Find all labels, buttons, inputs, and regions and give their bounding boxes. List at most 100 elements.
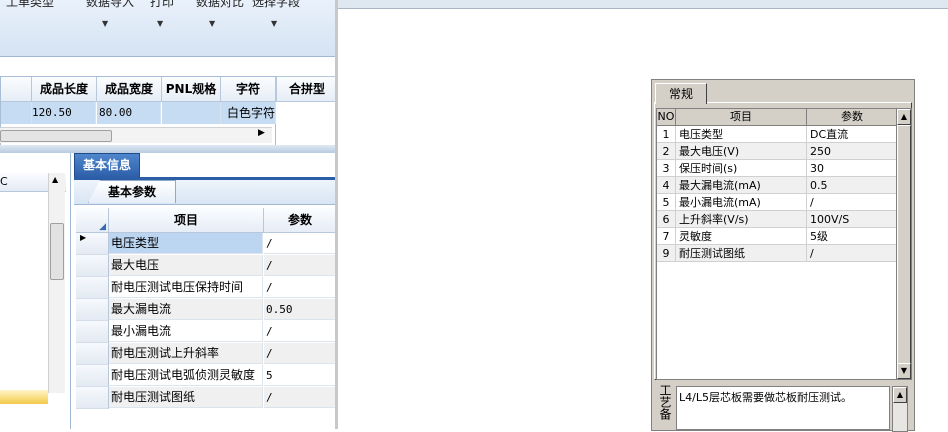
row-selector[interactable] <box>76 365 109 387</box>
param-item[interactable]: 耐电压测试图纸 <box>109 387 263 408</box>
left-list-panel: C ▲ <box>0 153 71 429</box>
row-selector[interactable] <box>1 102 32 124</box>
dialog-row-no[interactable]: 6 <box>657 211 676 228</box>
params-grid: ◢ 项目 参数 ▶ 电压类型 / 最大电压 / 耐电压测试电压保持时间 / 最大漏电流 0.50… <box>76 208 336 429</box>
column-header-value[interactable]: 参数 <box>807 109 897 126</box>
column-header-item[interactable]: 项目 <box>109 208 264 233</box>
column-header-value[interactable]: 参数 <box>264 208 336 233</box>
column-header-length[interactable]: 成品长度 <box>32 77 97 102</box>
param-value[interactable]: 5 <box>264 365 336 386</box>
toolbar-item-fields[interactable]: 选择字段 <box>252 0 300 10</box>
dialog-row-no[interactable]: 7 <box>657 228 676 245</box>
corner-triangle-icon: ◢ <box>99 222 106 232</box>
column-header-char[interactable]: 字符 <box>221 77 276 102</box>
dialog-row-item[interactable]: 灵敏度 <box>676 228 807 245</box>
dialog-grid: NO 项目 参数 1 电压类型 DC直流 2 最大电压(V) 250 3 保压时间(s) 30 4… <box>656 108 898 380</box>
scroll-down-icon[interactable]: ▼ <box>897 363 911 379</box>
current-row-icon: ▶ <box>80 233 87 242</box>
column-header-item[interactable]: 项目 <box>676 109 807 126</box>
param-item[interactable]: 电压类型 <box>109 233 263 254</box>
row-selector[interactable] <box>76 255 109 277</box>
dialog-row-item[interactable]: 最小漏电流(mA) <box>676 194 807 211</box>
param-item[interactable]: 耐电压测试电压保持时间 <box>109 277 263 298</box>
table-cell[interactable]: 120.50 <box>32 102 96 124</box>
dropdown-arrow-icon[interactable]: ▼ <box>209 19 215 28</box>
dialog-row-no[interactable]: 1 <box>657 126 676 143</box>
top-strip <box>338 0 948 9</box>
horizontal-scrollbar[interactable]: ▶ <box>0 127 272 143</box>
dialog-row-value[interactable]: 0.5 <box>807 177 897 194</box>
param-value[interactable]: / <box>264 321 336 342</box>
column-header-no[interactable]: NO <box>657 109 676 126</box>
param-item[interactable]: 耐电压测试电弧侦测灵敏度 <box>109 365 263 386</box>
table-cell[interactable]: 80.00 <box>97 102 161 124</box>
dialog-row-item[interactable]: 最大漏电流(mA) <box>676 177 807 194</box>
toolbar-item-print[interactable]: 打印 <box>150 0 174 10</box>
row-selector[interactable] <box>76 343 109 365</box>
param-item[interactable]: 最大电压 <box>109 255 263 276</box>
row-selector[interactable] <box>76 321 109 343</box>
param-value[interactable]: / <box>264 255 336 276</box>
dialog-row-no[interactable]: 9 <box>657 245 676 262</box>
dialog-row-value[interactable]: / <box>807 194 897 211</box>
table-cell[interactable] <box>162 102 221 124</box>
dropdown-arrow-icon[interactable]: ▼ <box>271 19 277 28</box>
dialog-row-item[interactable]: 耐压测试图纸 <box>676 245 807 262</box>
toolbar-item-import[interactable]: 数据导入 <box>86 0 134 10</box>
tab-basic-params[interactable]: 基本参数 <box>88 180 176 203</box>
vertical-scrollbar[interactable]: ▲ <box>48 173 65 393</box>
row-selector[interactable] <box>76 277 109 299</box>
dialog-row-no[interactable]: 4 <box>657 177 676 194</box>
dialog-row-value[interactable]: / <box>807 245 897 262</box>
param-value[interactable]: / <box>264 277 336 298</box>
dialog-row-item[interactable]: 上升斜率(V/s) <box>676 211 807 228</box>
dropdown-arrow-icon[interactable]: ▼ <box>102 19 108 28</box>
table-cell[interactable]: 白色字符 <box>221 102 276 124</box>
dialog-row-value[interactable]: 250 <box>807 143 897 160</box>
param-item[interactable]: 耐电压测试上升斜率 <box>109 343 263 364</box>
scrollbar-thumb[interactable] <box>50 223 64 280</box>
scrollbar-thumb[interactable] <box>897 125 911 367</box>
dialog-row-value[interactable]: DC直流 <box>807 126 897 143</box>
highlight-bar <box>0 390 48 404</box>
scroll-up-icon[interactable]: ▲ <box>897 109 911 125</box>
dialog-row-item[interactable]: 电压类型 <box>676 126 807 143</box>
row-selector[interactable] <box>76 387 109 409</box>
dialog-row-value[interactable]: 5级 <box>807 228 897 245</box>
row-selector[interactable]: ▶ <box>76 233 109 255</box>
dialog-row-value[interactable]: 30 <box>807 160 897 177</box>
memo-scrollbar[interactable]: ▲ <box>892 386 908 432</box>
param-value[interactable]: / <box>264 233 336 254</box>
memo-label: 工艺备 <box>658 384 672 420</box>
param-value[interactable]: 0.50 <box>264 299 336 320</box>
dialog-row-item[interactable]: 最大电压(V) <box>676 143 807 160</box>
scroll-up-icon[interactable]: ▲ <box>893 387 907 403</box>
dialog-row-value[interactable]: 100V/S <box>807 211 897 228</box>
toolbar-item-order-type[interactable]: 工单类型 <box>6 0 54 10</box>
scroll-up-icon[interactable]: ▲ <box>52 175 58 184</box>
dialog-row-no[interactable]: 2 <box>657 143 676 160</box>
scrollbar-thumb[interactable] <box>0 130 112 142</box>
column-header-width[interactable]: 成品宽度 <box>97 77 162 102</box>
param-item[interactable]: 最小漏电流 <box>109 321 263 342</box>
column-header-pnl[interactable]: PNL规格 <box>162 77 221 102</box>
toolbar-item-compare[interactable]: 数据对比 <box>196 0 244 10</box>
dialog-row-no[interactable]: 3 <box>657 160 676 177</box>
row-selector[interactable] <box>76 299 109 321</box>
dropdown-arrow-icon[interactable]: ▼ <box>157 19 163 28</box>
tab-basic-info[interactable]: 基本信息 <box>74 153 140 179</box>
param-value[interactable]: / <box>264 387 336 408</box>
grid-corner[interactable]: ◢ <box>76 208 109 233</box>
memo-textarea[interactable]: L4/L5层芯板需要做芯板耐压测试。 <box>676 386 890 430</box>
dialog-row-item[interactable]: 保压时间(s) <box>676 160 807 177</box>
dialog-row-no[interactable]: 5 <box>657 194 676 211</box>
param-value[interactable]: / <box>264 343 336 364</box>
main-window: 工单类型 数据导入 打印 数据对比 选择字段 ▼ ▼ ▼ ▼ 成品长度 成品宽度… <box>0 0 336 429</box>
vertical-scrollbar[interactable]: ▲ ▼ <box>896 108 912 380</box>
tab-general[interactable]: 常规 <box>655 83 707 104</box>
param-item[interactable]: 最大漏电流 <box>109 299 263 320</box>
scroll-right-icon[interactable]: ▶ <box>258 128 265 138</box>
column-header-merge[interactable]: 合拼型 <box>276 76 336 102</box>
splitter[interactable] <box>0 145 336 153</box>
toolbar: 工单类型 数据导入 打印 数据对比 选择字段 ▼ ▼ ▼ ▼ <box>0 0 336 57</box>
